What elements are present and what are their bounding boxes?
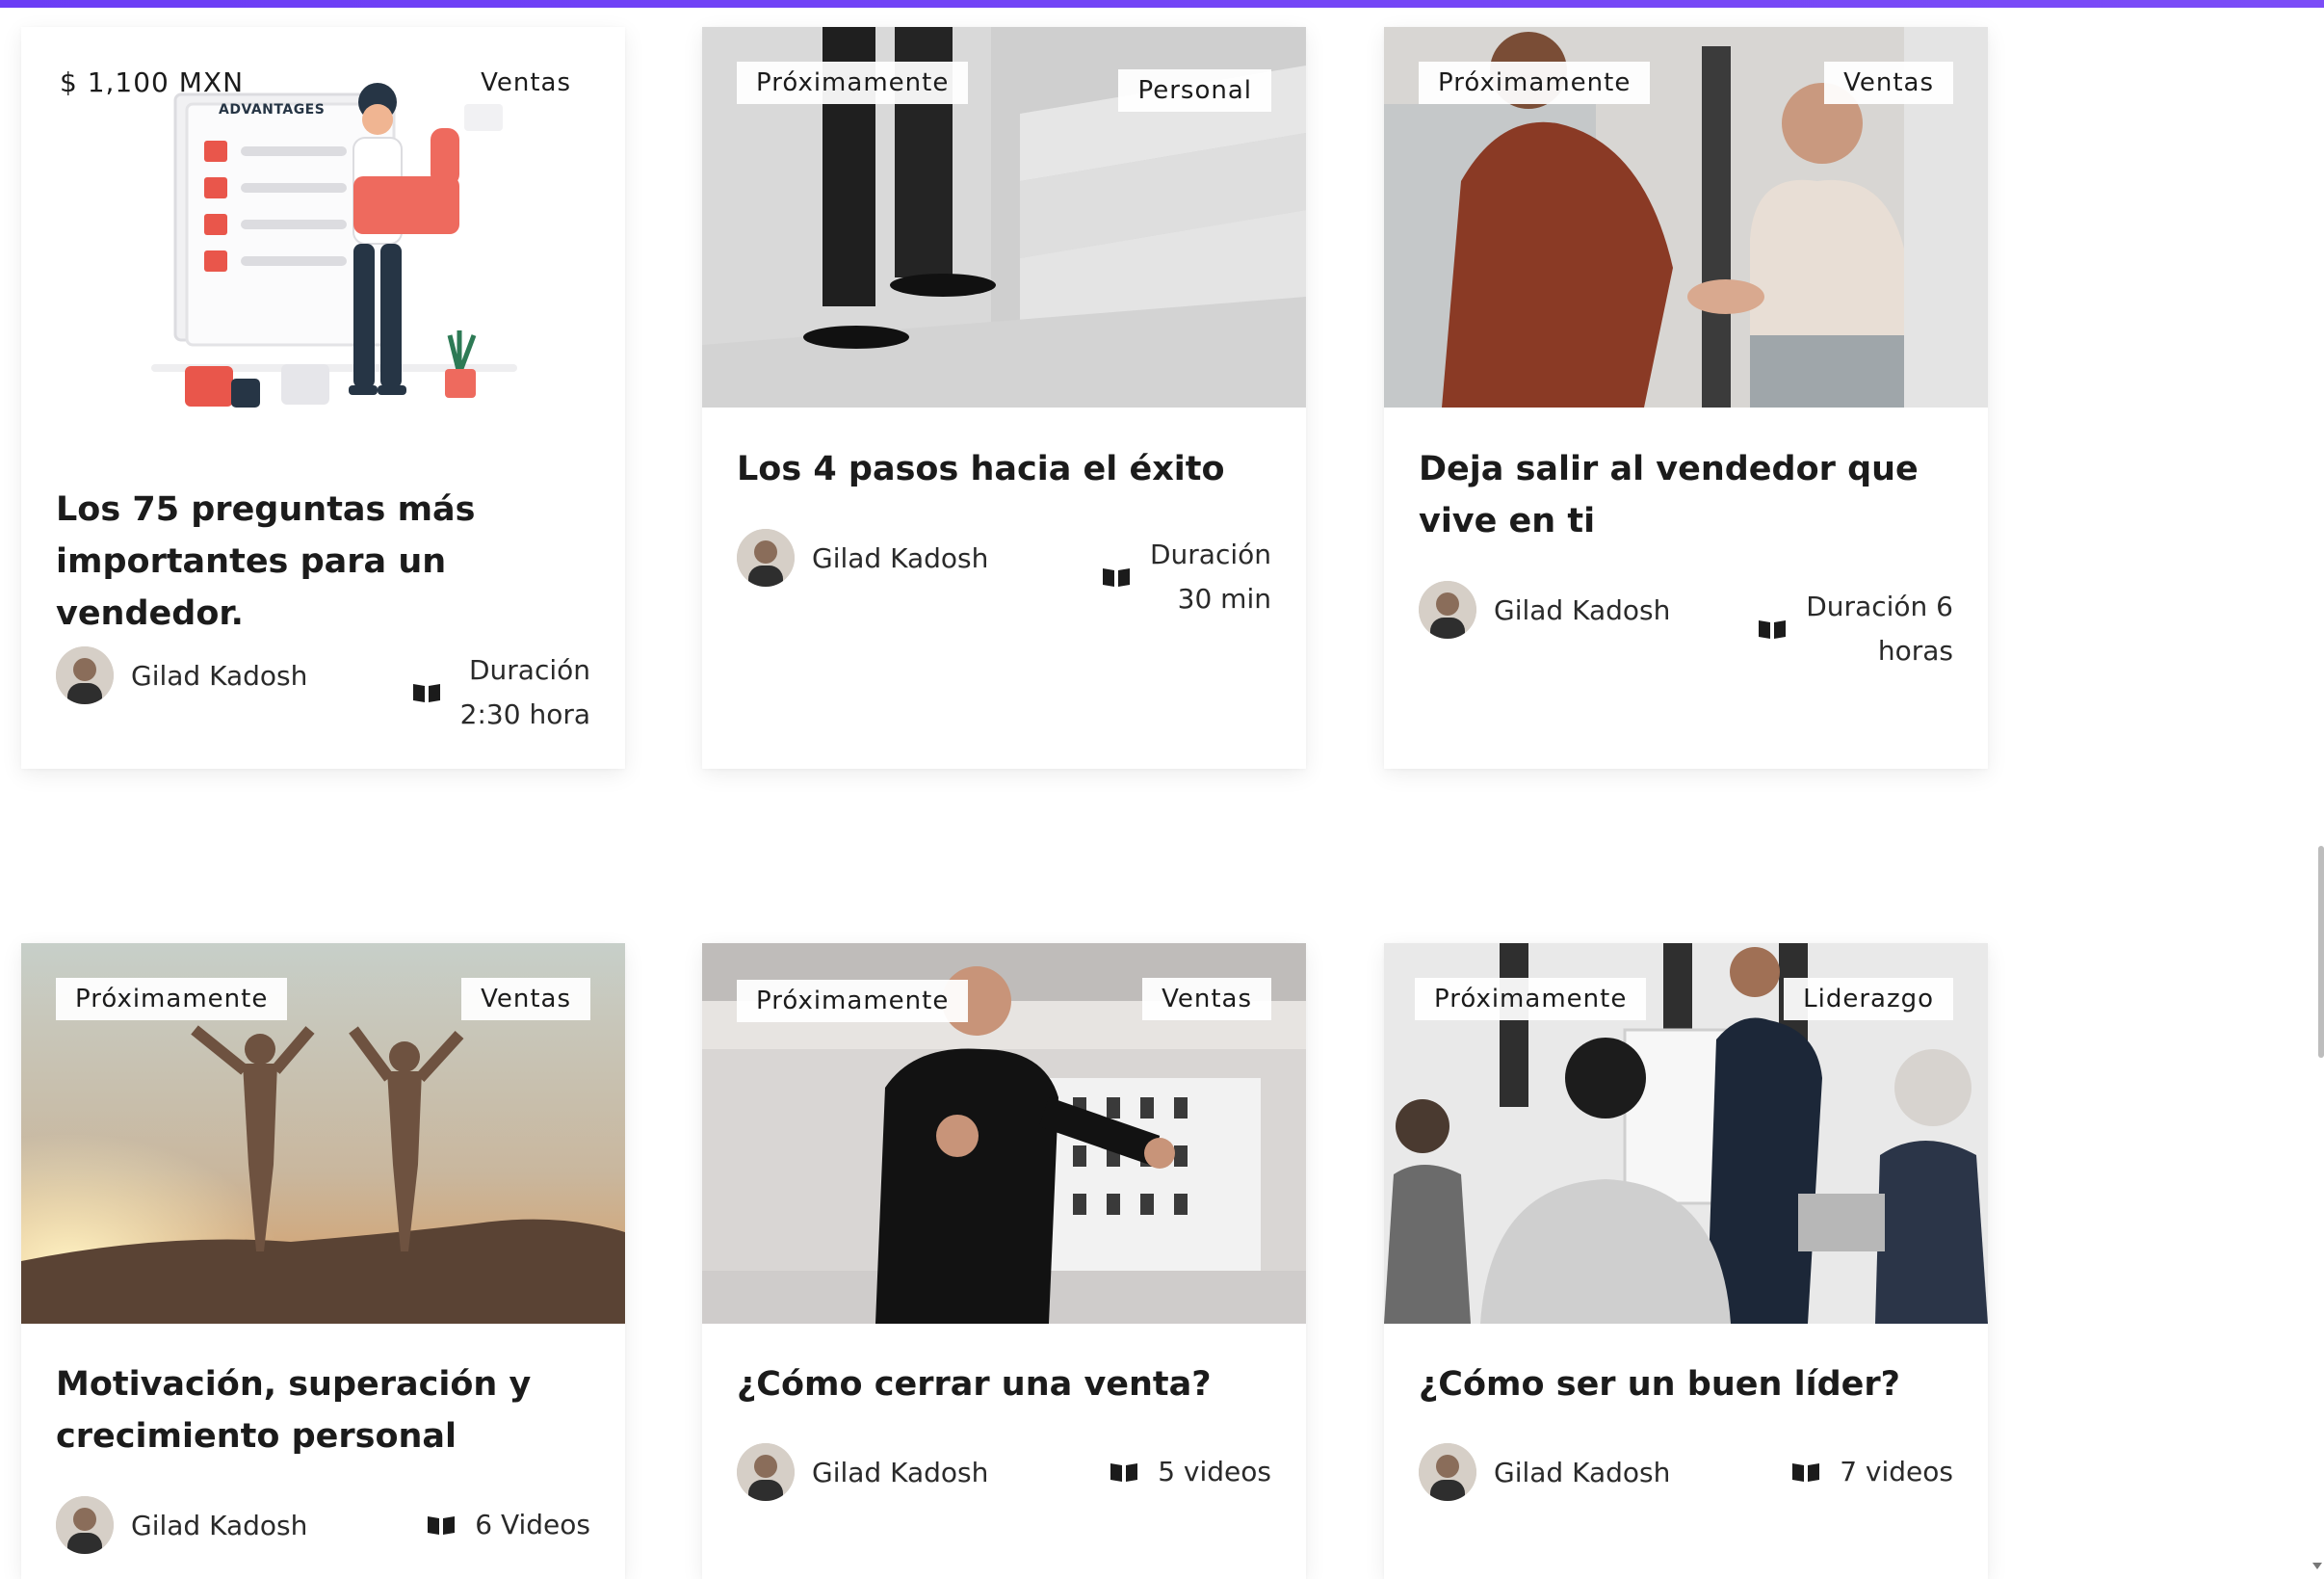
- course-author[interactable]: Gilad Kadosh: [1419, 581, 1670, 639]
- status-tag: Próximamente: [56, 978, 288, 1020]
- course-card[interactable]: Próximamente Liderazgo ¿Cómo ser un buen…: [1384, 943, 1988, 1579]
- course-card[interactable]: $ 1,100 MXN Ventas ADVANTAGES Los 75 pre…: [21, 27, 625, 769]
- course-videos: 7 videos: [1791, 1450, 1953, 1494]
- course-duration: Duración 6 horas: [1758, 585, 1953, 673]
- course-videos: 5 videos: [1110, 1450, 1271, 1494]
- status-tag: Próximamente: [737, 62, 969, 104]
- video-count: 6 Videos: [475, 1509, 590, 1540]
- duration-text: Duración 30 min: [1149, 539, 1271, 615]
- category-tag: Liderazgo: [1784, 978, 1953, 1020]
- illustration-label: ADVANTAGES: [219, 102, 326, 118]
- book-icon: [1759, 620, 1787, 639]
- author-avatar: [737, 1443, 795, 1501]
- author-name: Gilad Kadosh: [1494, 1456, 1671, 1488]
- author-avatar: [56, 646, 114, 704]
- video-count: 7 videos: [1840, 1456, 1953, 1487]
- book-icon: [428, 1516, 456, 1535]
- course-author[interactable]: Gilad Kadosh: [56, 1496, 307, 1554]
- course-card[interactable]: Próximamente Ventas Deja salir al vended…: [1384, 27, 1988, 769]
- course-duration: Duración 2:30 hora: [412, 648, 590, 737]
- book-icon: [1792, 1463, 1820, 1482]
- course-title[interactable]: Los 75 preguntas más importantes para un…: [56, 484, 590, 640]
- course-title[interactable]: ¿Cómo cerrar una venta?: [737, 1358, 1271, 1410]
- status-tag: Próximamente: [1419, 62, 1651, 104]
- course-duration: Duración 30 min: [1102, 533, 1271, 621]
- course-image: Próximamente Liderazgo: [1384, 943, 1988, 1324]
- author-name: Gilad Kadosh: [812, 1456, 989, 1488]
- course-author[interactable]: Gilad Kadosh: [1419, 1443, 1670, 1501]
- course-title[interactable]: Los 4 pasos hacia el éxito: [737, 443, 1271, 495]
- course-image: Próximamente Personal: [702, 27, 1306, 408]
- author-avatar: [737, 529, 795, 587]
- category-tag: Personal: [1118, 69, 1271, 112]
- status-tag: Próximamente: [737, 980, 969, 1022]
- course-card[interactable]: Próximamente Personal Los 4 pasos hacia …: [702, 27, 1306, 769]
- author-avatar: [56, 1496, 114, 1554]
- author-avatar: [1419, 581, 1476, 639]
- category-tag: Ventas: [461, 978, 590, 1020]
- author-name: Gilad Kadosh: [812, 541, 989, 574]
- course-price: $ 1,100 MXN: [60, 66, 245, 98]
- course-card[interactable]: Próximamente Ventas Motivación, superaci…: [21, 943, 625, 1579]
- course-title[interactable]: ¿Cómo ser un buen líder?: [1419, 1358, 1953, 1410]
- status-tag: Próximamente: [1415, 978, 1647, 1020]
- duration-text: Duración 2:30 hora: [459, 654, 590, 730]
- course-image: Próximamente Ventas: [702, 943, 1306, 1324]
- book-icon: [1102, 568, 1130, 587]
- course-title[interactable]: Deja salir al vendedor que vive en ti: [1419, 443, 1953, 547]
- video-count: 5 videos: [1158, 1456, 1271, 1487]
- course-author[interactable]: Gilad Kadosh: [737, 529, 988, 587]
- course-image: $ 1,100 MXN Ventas ADVANTAGES: [21, 27, 625, 408]
- top-accent-bar: [0, 0, 2324, 8]
- course-image: Próximamente Ventas: [1384, 27, 1988, 408]
- author-name: Gilad Kadosh: [131, 659, 308, 692]
- scrollbar-thumb[interactable]: [2318, 846, 2324, 1058]
- course-card[interactable]: Próximamente Ventas ¿Cómo cerrar una ven…: [702, 943, 1306, 1579]
- course-author[interactable]: Gilad Kadosh: [56, 646, 307, 704]
- book-icon: [1110, 1463, 1138, 1482]
- author-avatar: [1419, 1443, 1476, 1501]
- author-name: Gilad Kadosh: [1494, 593, 1671, 626]
- category-tag: Ventas: [1142, 978, 1271, 1020]
- category-tag: Ventas: [1824, 62, 1953, 104]
- scroll-down-arrow-icon[interactable]: [2312, 1563, 2322, 1569]
- category-tag: Ventas: [481, 68, 571, 97]
- course-image: Próximamente Ventas: [21, 943, 625, 1324]
- course-title[interactable]: Motivación, superación y crecimiento per…: [56, 1358, 590, 1462]
- duration-text: Duración 6 horas: [1806, 591, 1953, 667]
- book-icon: [412, 684, 440, 702]
- author-name: Gilad Kadosh: [131, 1509, 308, 1541]
- course-videos: 6 Videos: [427, 1503, 590, 1547]
- course-author[interactable]: Gilad Kadosh: [737, 1443, 988, 1501]
